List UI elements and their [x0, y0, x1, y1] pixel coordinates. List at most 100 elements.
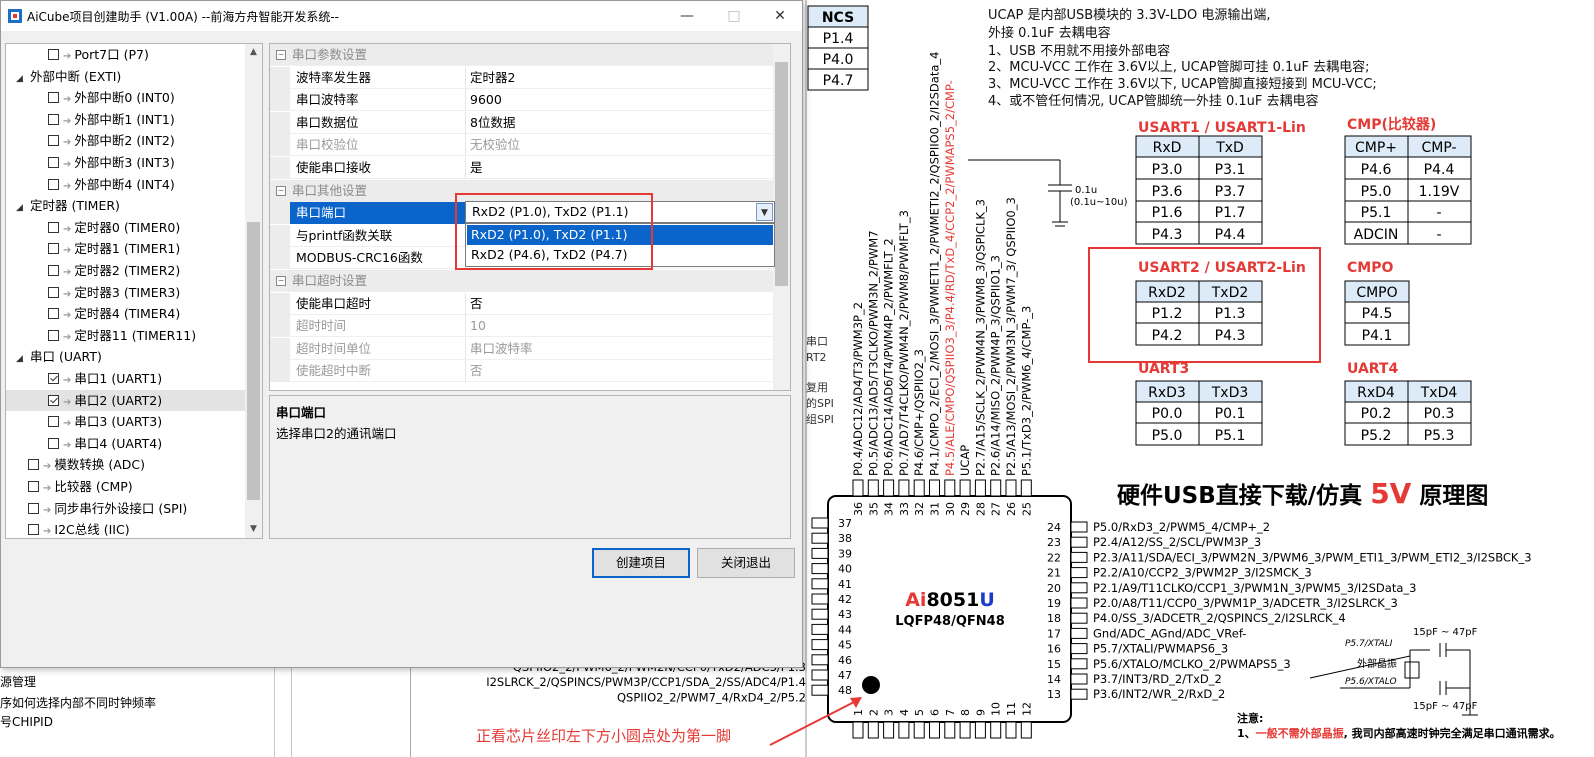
checkbox[interactable] [48, 221, 59, 233]
close-exit-button[interactable]: 关闭退出 [697, 548, 795, 578]
property-row[interactable]: 使能超时中断 否 [270, 360, 774, 383]
property-value[interactable]: 9600 [470, 89, 502, 111]
chevron-down-icon[interactable]: ▼ [756, 203, 773, 221]
tree-item[interactable]: ➔ 定时器11 (TIMER11) [6, 325, 246, 346]
tree-item[interactable]: ➔ 串口2 (UART2) [6, 389, 246, 411]
minimize-button[interactable]: — [664, 1, 710, 31]
row-margin [270, 292, 290, 315]
pin-function: P4.5/ALE/CMPO/QSPIIO3_3/P4.4/RD/TxD_4/CC… [943, 80, 957, 476]
property-row[interactable]: 超时时间单位 串口波特率 [270, 337, 774, 360]
tree-item[interactable]: ➔ 外部中断4 (INT4) [6, 174, 246, 195]
property-name: 串口校验位 [296, 137, 359, 153]
collapse-icon[interactable]: − [276, 50, 286, 60]
svg-text:P4.3: P4.3 [1215, 328, 1246, 344]
property-name: 超时时间单位 [296, 340, 372, 356]
tree-scroll-thumb[interactable] [247, 222, 260, 500]
tree-item[interactable]: ➔ I2C总线 (IIC) [6, 519, 246, 538]
pin-function: P4.0/SS_3/ADCETR_2/QSPINCS_2/I2SLRCK_4 [1093, 611, 1346, 625]
arrow-icon: ➔ [63, 159, 72, 170]
tree-item[interactable]: ➔ 串口4 (UART4) [6, 433, 246, 454]
checkbox[interactable] [48, 286, 59, 298]
checkbox[interactable] [48, 437, 59, 449]
property-value[interactable]: 10 [470, 315, 486, 337]
checkbox[interactable] [48, 265, 59, 276]
create-project-button[interactable]: 创建项目 [592, 548, 690, 578]
checkbox[interactable] [48, 157, 59, 168]
checkbox[interactable] [48, 92, 59, 104]
close-button[interactable]: ✕ [757, 1, 803, 31]
checkbox[interactable] [48, 178, 59, 190]
property-value[interactable]: 否 [470, 293, 483, 315]
checkbox[interactable] [48, 49, 59, 60]
pin-number: 1 [852, 709, 865, 716]
property-value[interactable]: 是 [470, 157, 483, 179]
property-category[interactable]: − 串口超时设置 [270, 270, 774, 292]
svg-text:P5.1: P5.1 [1361, 205, 1392, 221]
checkbox[interactable] [48, 373, 59, 384]
pin-number: 14 [1047, 673, 1061, 686]
tree-item[interactable]: ➔ 外部中断3 (INT3) [6, 152, 246, 173]
tree-item[interactable]: ➔ 模数转换 (ADC) [6, 454, 246, 475]
property-value[interactable]: 串口波特率 [470, 338, 533, 360]
svg-text:的SPI: 的SPI [806, 396, 834, 410]
pin-function: P2.5/A13/MOSI_2/PWM3N_3/PWM7_3/ QSPIIO0_… [1004, 197, 1018, 476]
collapse-icon[interactable]: − [276, 185, 286, 196]
maximize-button[interactable]: □ [711, 1, 757, 31]
property-row[interactable]: 使能串口接收 是 [270, 157, 774, 179]
peripheral-tree[interactable]: ➔ Port7口 (P7) ◢ 外部中断 (EXTI) ➔ 外部中断0 (INT0) ➔ 外部… [5, 43, 263, 539]
checkbox[interactable] [48, 416, 59, 428]
tree-item[interactable]: ➔ 比较器 (CMP) [6, 476, 246, 497]
checkbox[interactable] [48, 243, 59, 255]
tree-group[interactable]: ◢ 串口 (UART) [6, 346, 246, 367]
pin [1070, 643, 1088, 655]
property-category[interactable]: − 串口参数设置 [270, 44, 774, 66]
tree-item[interactable]: ➔ 外部中断0 (INT0) [6, 87, 246, 108]
tree-item[interactable]: ➔ 串口3 (UART3) [6, 411, 246, 432]
property-row[interactable]: 串口波特率 9600 [270, 89, 774, 112]
svg-text:P4.4: P4.4 [1424, 162, 1455, 178]
checkbox[interactable] [28, 459, 39, 471]
property-row[interactable]: 使能串口超时 否 [270, 292, 774, 315]
checkbox[interactable] [28, 502, 39, 514]
checkbox[interactable] [28, 524, 39, 536]
description-title: 串口端口 [276, 405, 327, 420]
tree-item[interactable]: ➔ 同步串行外设接口 (SPI) [6, 498, 246, 519]
property-value[interactable]: 无校验位 [470, 134, 520, 156]
checkbox[interactable] [48, 329, 59, 341]
tree-item[interactable]: ➔ 定时器1 (TIMER1) [6, 238, 246, 259]
pin-number: 7 [944, 709, 957, 716]
property-scroll-thumb[interactable] [775, 62, 788, 286]
property-row[interactable]: 串口数据位 8位数据 [270, 111, 774, 134]
tree-item[interactable]: ➔ Port7口 (P7) [6, 44, 246, 65]
checkbox[interactable] [48, 394, 59, 406]
property-row[interactable]: 超时时间 10 [270, 315, 774, 338]
svg-text:2、MCU-VCC 工作在 3.6V以上, UCAP管脚可挂: 2、MCU-VCC 工作在 3.6V以上, UCAP管脚可挂 0.1uF 去耦电… [988, 59, 1370, 75]
pin [852, 721, 864, 739]
tree-item[interactable]: ➔ 定时器4 (TIMER4) [6, 303, 246, 324]
pin-number: 33 [898, 502, 911, 516]
checkbox[interactable] [48, 308, 59, 320]
property-row[interactable]: 波特率发生器 定时器2 [270, 66, 774, 89]
title-bar[interactable]: AiCube项目创建助手 (V1.00A) --前海方舟智能开发系统-- — □… [1, 1, 802, 31]
tree-item[interactable]: ➔ 定时器3 (TIMER3) [6, 282, 246, 303]
tree-item[interactable]: ➔ 外部中断1 (INT1) [6, 109, 246, 130]
property-value[interactable]: 否 [470, 360, 483, 382]
property-row[interactable]: 串口校验位 无校验位 [270, 134, 774, 157]
property-value[interactable]: 8位数据 [470, 112, 515, 134]
checkbox[interactable] [48, 113, 59, 125]
collapse-icon[interactable]: − [276, 276, 286, 286]
svg-text:3、MCU-VCC 工作在 3.6V以下, UCAP管脚直接: 3、MCU-VCC 工作在 3.6V以下, UCAP管脚直接短接到 MCU-VC… [988, 76, 1377, 92]
tree-item[interactable]: ➔ 定时器2 (TIMER2) [6, 260, 246, 281]
scroll-up-icon[interactable]: ▲ [245, 44, 262, 61]
tree-scrollbar[interactable]: ▲ ▼ [245, 44, 262, 538]
scroll-down-icon[interactable]: ▼ [245, 521, 262, 538]
property-scrollbar[interactable] [773, 44, 790, 390]
checkbox[interactable] [48, 135, 59, 147]
tree-group[interactable]: ◢ 定时器 (TIMER) [6, 195, 246, 216]
tree-item[interactable]: ➔ 定时器0 (TIMER0) [6, 217, 246, 238]
tree-item[interactable]: ➔ 串口1 (UART1) [6, 368, 246, 389]
tree-item[interactable]: ➔ 外部中断2 (INT2) [6, 130, 246, 151]
property-value[interactable]: 定时器2 [470, 67, 515, 89]
tree-group[interactable]: ◢ 外部中断 (EXTI) [6, 66, 246, 87]
checkbox[interactable] [28, 481, 39, 492]
